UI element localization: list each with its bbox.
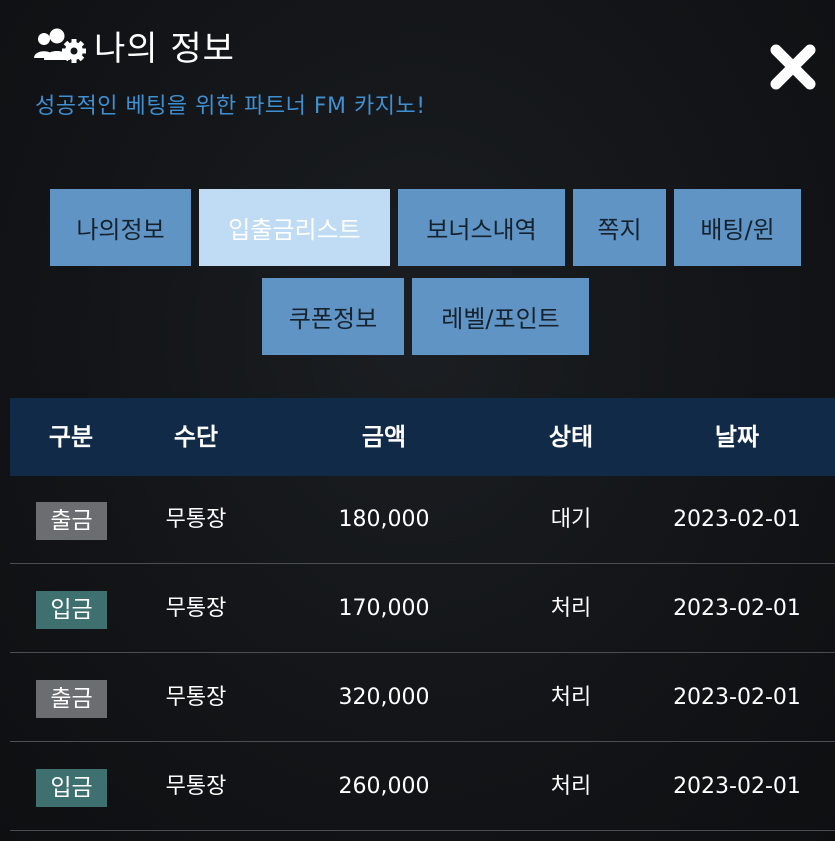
status-cell: 처리 — [550, 774, 592, 799]
method-cell: 무통장 — [165, 596, 227, 621]
table-row: 출금 무통장 320,000 처리 2023-02-01 — [10, 654, 835, 742]
amount-cell: 260,000 — [338, 774, 430, 799]
amount-cell: 320,000 — [338, 685, 430, 710]
table-header: 구분 수단 금액 상태 날짜 — [10, 398, 835, 476]
type-badge: 출금 — [36, 502, 107, 540]
status-cell: 처리 — [550, 596, 592, 621]
date-cell: 2023-02-01 — [673, 774, 801, 799]
method-cell: 무통장 — [165, 774, 227, 799]
type-badge: 입금 — [36, 769, 107, 807]
amount-cell: 180,000 — [338, 507, 430, 532]
subtitle: 성공적인 베팅을 위한 파트너 FM 카지노! — [35, 94, 426, 119]
date-cell: 2023-02-01 — [673, 507, 801, 532]
tab-messages[interactable]: 쪽지 — [573, 189, 666, 266]
header: 나의 정보 성공적인 베팅을 위한 파트너 FM 카지노! — [0, 0, 835, 140]
column-header-method: 수단 — [173, 423, 219, 451]
table-row: 출금 무통장 180,000 대기 2023-02-01 — [10, 476, 835, 564]
amount-cell: 170,000 — [338, 596, 430, 621]
column-header-type: 구분 — [48, 423, 94, 451]
tab-transaction-list[interactable]: 입출금리스트 — [199, 189, 390, 266]
users-gear-icon — [34, 27, 86, 63]
method-cell: 무통장 — [165, 507, 227, 532]
type-badge: 입금 — [36, 591, 107, 629]
tab-coupon-info[interactable]: 쿠폰정보 — [262, 278, 404, 355]
method-cell: 무통장 — [165, 685, 227, 710]
column-header-status: 상태 — [548, 423, 594, 451]
table-row: 입금 무통장 260,000 처리 2023-02-01 — [10, 743, 835, 831]
date-cell: 2023-02-01 — [673, 596, 801, 621]
status-cell: 처리 — [550, 685, 592, 710]
tab-betting-win[interactable]: 배팅/윈 — [674, 189, 801, 266]
column-header-date: 날짜 — [714, 423, 760, 451]
status-cell: 대기 — [550, 507, 592, 532]
close-icon — [770, 44, 816, 90]
tab-bonus-history[interactable]: 보너스내역 — [398, 189, 565, 266]
type-badge: 출금 — [36, 680, 107, 718]
tab-level-points[interactable]: 레벨/포인트 — [412, 278, 589, 355]
page-title: 나의 정보 — [94, 28, 235, 69]
close-button[interactable] — [766, 40, 820, 94]
date-cell: 2023-02-01 — [673, 685, 801, 710]
title-row: 나의 정보 — [34, 22, 235, 69]
column-header-amount: 금액 — [361, 423, 407, 451]
table-row: 입금 무통장 170,000 처리 2023-02-01 — [10, 565, 835, 653]
tab-my-info[interactable]: 나의정보 — [50, 189, 191, 266]
